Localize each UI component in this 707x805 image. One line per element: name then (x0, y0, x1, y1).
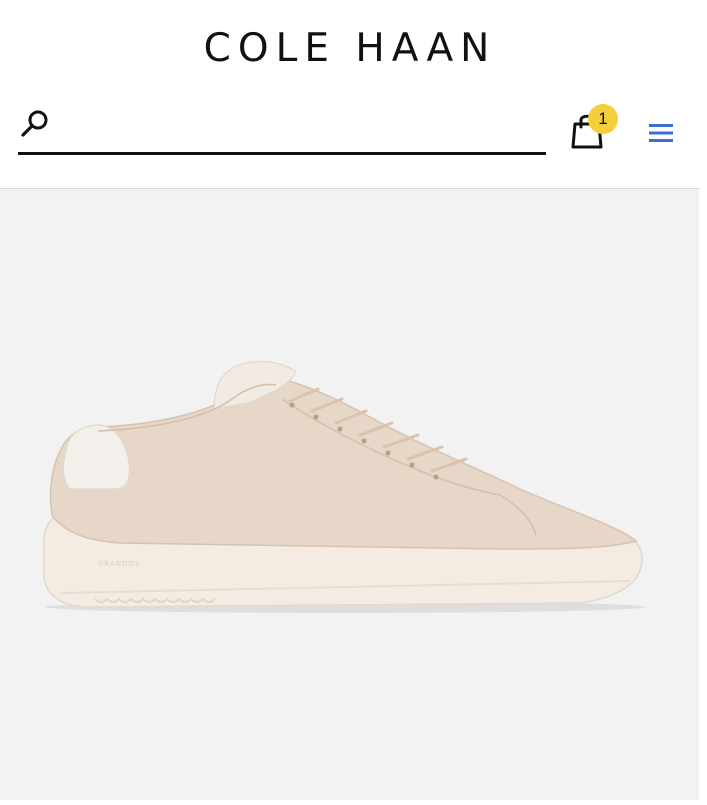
brand-logo[interactable]: COLE HAAN (0, 26, 700, 71)
product-image[interactable]: GRANDOS (0, 189, 699, 800)
cart-button[interactable]: 1 (566, 104, 624, 150)
hamburger-menu-icon[interactable] (646, 120, 676, 146)
cart-count-badge: 1 (588, 104, 618, 134)
sneaker-illustration: GRANDOS (43, 360, 645, 613)
search-icon[interactable] (20, 108, 50, 138)
search-input[interactable] (62, 106, 536, 144)
search-bar[interactable] (18, 100, 546, 155)
sole-embossing: GRANDOS (98, 560, 140, 568)
site-header: COLE HAAN 1 (0, 0, 707, 188)
page-edge (699, 189, 707, 800)
